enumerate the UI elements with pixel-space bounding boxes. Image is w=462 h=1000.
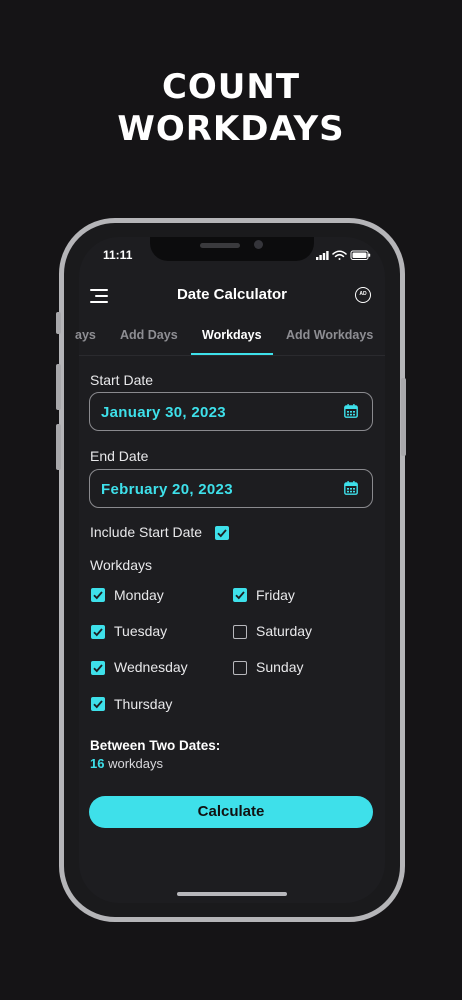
tab-days[interactable]: ays	[75, 328, 96, 342]
result-title: Between Two Dates:	[90, 738, 221, 753]
headline-line-2: WORKDAYS	[117, 109, 345, 149]
end-date-field[interactable]: February 20, 2023	[89, 469, 373, 508]
phone-side-button	[56, 312, 61, 334]
friday-checkbox[interactable]	[233, 588, 247, 602]
phone-power-button	[401, 378, 406, 456]
include-start-date-checkbox[interactable]	[215, 526, 229, 540]
signal-icon	[316, 251, 329, 260]
start-date-field[interactable]: January 30, 2023	[89, 392, 373, 431]
start-date-label: Start Date	[90, 372, 154, 388]
checkmark-icon	[93, 628, 103, 637]
home-indicator	[177, 892, 287, 896]
checkmark-icon	[235, 591, 245, 600]
wifi-icon	[332, 250, 347, 260]
app-title: Date Calculator	[176, 286, 288, 303]
tab-add-workdays[interactable]: Add Workdays	[286, 328, 373, 342]
saturday-label: Saturday	[256, 623, 313, 639]
result-line: 16 workdays	[90, 756, 163, 771]
remove-ads-icon[interactable]: AD	[355, 287, 371, 303]
checkmark-icon	[93, 664, 103, 673]
friday-label: Friday	[256, 587, 295, 603]
thursday-label: Thursday	[114, 696, 173, 712]
calculate-button[interactable]: Calculate	[89, 796, 373, 828]
phone-speaker	[200, 243, 240, 248]
result-count: 16	[90, 756, 105, 771]
checkmark-icon	[217, 529, 227, 538]
monday-label: Monday	[114, 587, 164, 603]
status-icons	[316, 250, 371, 260]
saturday-checkbox[interactable]	[233, 625, 247, 639]
checkmark-icon	[93, 700, 103, 709]
include-start-date-label: Include Start Date	[90, 524, 203, 540]
tuesday-label: Tuesday	[114, 623, 168, 639]
calendar-icon	[344, 404, 358, 418]
end-date-value: February 20, 2023	[101, 481, 233, 498]
headline-line-1: COUNT	[161, 67, 301, 107]
phone-camera	[254, 240, 263, 249]
start-date-value: January 30, 2023	[101, 404, 226, 421]
end-date-label: End Date	[90, 448, 149, 464]
phone-notch	[150, 237, 314, 261]
monday-checkbox[interactable]	[91, 588, 105, 602]
checkmark-icon	[93, 591, 103, 600]
tuesday-checkbox[interactable]	[91, 625, 105, 639]
status-time: 11:11	[103, 248, 133, 262]
wednesday-label: Wednesday	[114, 659, 188, 675]
workdays-label: Workdays	[90, 557, 152, 573]
phone-volume-up	[56, 364, 61, 410]
sunday-label: Sunday	[256, 659, 304, 675]
tab-workdays[interactable]: Workdays	[202, 328, 262, 342]
wednesday-checkbox[interactable]	[91, 661, 105, 675]
result-unit: workdays	[108, 756, 164, 771]
thursday-checkbox[interactable]	[91, 697, 105, 711]
active-tab-indicator	[191, 353, 273, 355]
sunday-checkbox[interactable]	[233, 661, 247, 675]
battery-icon	[350, 250, 371, 260]
phone-volume-down	[56, 424, 61, 470]
headline: COUNT WORKDAYS	[0, 66, 462, 150]
calendar-icon	[344, 481, 358, 495]
tab-add-days[interactable]: Add Days	[120, 328, 178, 342]
